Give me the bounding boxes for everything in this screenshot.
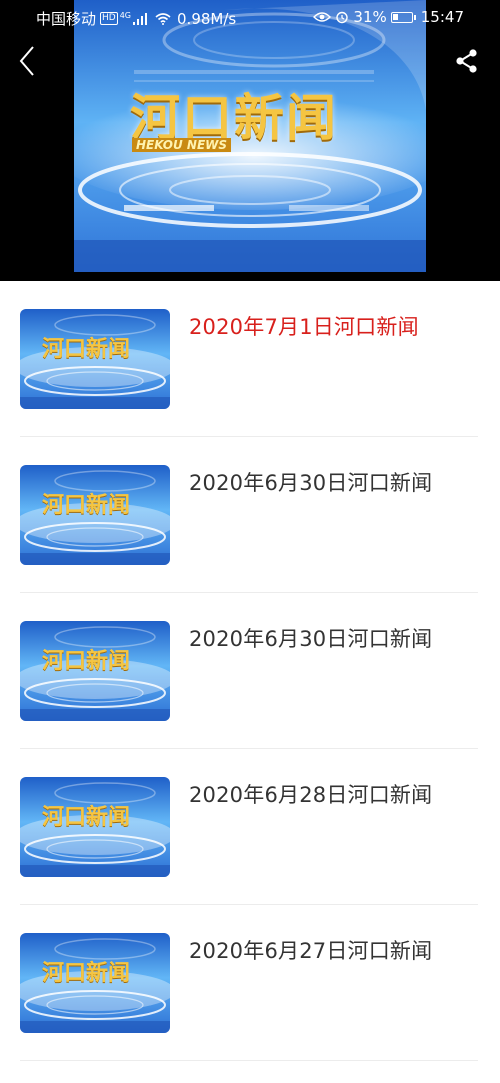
thumbnail-logo-text: 河口新闻 [42,961,131,986]
carrier-label: 中国移动 [36,10,97,28]
video-frame[interactable]: 河口新闻 HEKOU NEWS [74,0,426,272]
video-logo-subtext: HEKOU NEWS [132,138,232,152]
episode-title[interactable]: 2020年6月27日河口新闻 [189,935,432,965]
thumbnail-logo-text: 河口新闻 [42,649,131,674]
chevron-left-icon [19,46,34,76]
list-item[interactable]: 河口新闻 2020年6月30日河口新闻 [0,593,500,749]
news-video-page: 河口新闻 HEKOU NEWS 中国移动 HD 4G 0.98M/s 31% 1… [0,0,500,1083]
list-divider [20,1060,478,1061]
episode-thumbnail[interactable]: 河口新闻 [20,621,170,721]
video-player[interactable]: 河口新闻 HEKOU NEWS 中国移动 HD 4G 0.98M/s 31% 1… [0,0,500,281]
share-icon [456,49,477,73]
back-button[interactable] [14,44,42,78]
episode-thumbnail[interactable]: 河口新闻 [20,465,170,565]
signal-icon [133,12,148,25]
thumbnail-logo-text: 河口新闻 [42,805,131,830]
hd-badge: HD [100,12,118,25]
list-item[interactable]: 河口新闻 2020年7月1日河口新闻 [0,281,500,437]
episode-thumbnail[interactable]: 河口新闻 [20,777,170,877]
episode-title[interactable]: 2020年6月30日河口新闻 [189,623,432,653]
clock: 15:47 [420,8,464,26]
battery-icon [390,11,416,23]
episode-thumbnail[interactable]: 河口新闻 [20,309,170,409]
list-item[interactable]: 河口新闻 2020年6月28日河口新闻 [0,749,500,905]
battery-percent: 31% [353,8,387,26]
episode-title[interactable]: 2020年7月1日河口新闻 [189,311,419,341]
list-item[interactable]: 河口新闻 2020年6月30日河口新闻 [0,437,500,593]
network-speed: 0.98M/s [177,9,237,28]
episode-title[interactable]: 2020年6月28日河口新闻 [189,779,432,809]
share-button[interactable] [454,48,480,74]
thumbnail-logo-text: 河口新闻 [42,493,131,518]
eye-comfort-icon [313,12,332,22]
thumbnail-logo-text: 河口新闻 [42,337,131,362]
wifi-icon [155,12,171,25]
episode-title[interactable]: 2020年6月30日河口新闻 [189,467,432,497]
alarm-icon [336,11,349,24]
episode-thumbnail[interactable]: 河口新闻 [20,933,170,1033]
network-label: 4G [119,11,132,20]
list-item[interactable]: 河口新闻 2020年6月27日河口新闻 [0,905,500,1061]
status-bar: 中国移动 HD 4G 0.98M/s 31% 15:47 [0,0,500,34]
